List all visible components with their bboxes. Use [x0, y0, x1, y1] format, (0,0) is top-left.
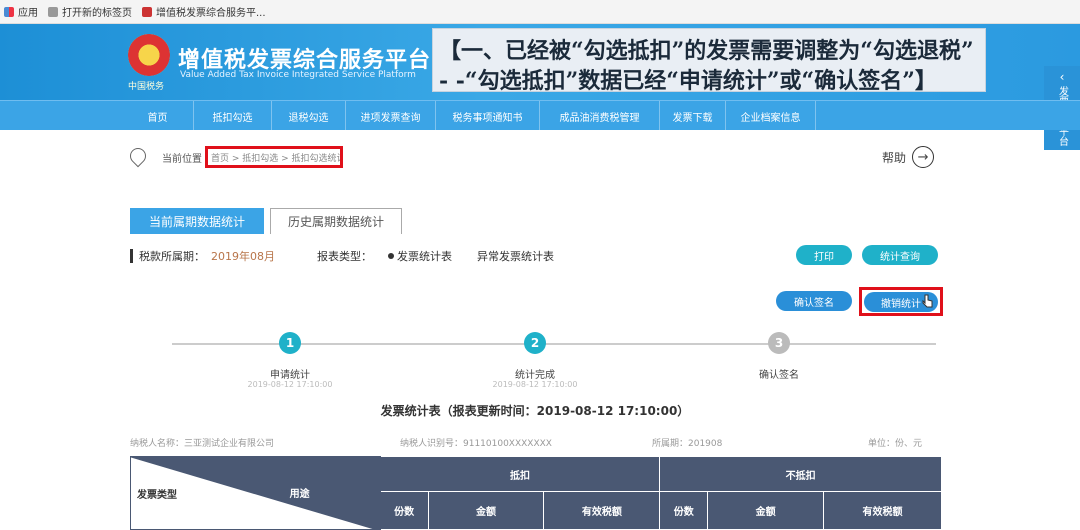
nav-tax-notice[interactable]: 税务事项通知书 — [436, 101, 540, 131]
step-1-time: 2019-08-12 17:10:00 — [247, 380, 333, 389]
report-type-radio-invoice[interactable]: 发票统计表 — [388, 248, 452, 264]
nav-deduct-select[interactable]: 抵扣勾选 — [194, 101, 272, 131]
nav-invoice-download[interactable]: 发票下载 — [660, 101, 726, 131]
step-2-time: 2019-08-12 17:10:00 — [492, 380, 578, 389]
report-type-label: 报表类型： — [317, 250, 372, 263]
diagonal-header-cell: 发票类型 用途 — [130, 456, 381, 530]
bookmark-label: 打开新的标签页 — [62, 8, 132, 19]
group-header-nondeduct: 不抵扣 — [659, 455, 942, 493]
confirm-sign-button[interactable]: 确认签名 — [776, 291, 852, 311]
stat-query-button[interactable]: 统计查询 — [862, 245, 938, 265]
bookmark-label: 应用 — [18, 8, 38, 19]
tax-emblem-icon — [128, 34, 170, 76]
chevron-left-icon: ‹ — [1059, 70, 1065, 84]
nav-invoice-query[interactable]: 进项发票查询 — [346, 101, 436, 131]
help-label: 帮助 — [882, 150, 907, 165]
location-pin-icon — [126, 144, 150, 168]
col-valid-tax: 有效税额 — [823, 491, 942, 530]
col-count: 份数 — [659, 491, 709, 530]
main-nav: 首页 抵扣勾选 退税勾选 进项发票查询 税务事项通知书 成品油消费税管理 发票下… — [0, 100, 1080, 131]
col-amount: 金额 — [707, 491, 825, 530]
taxpayer-name: 纳税人名称：三亚测试企业有限公司 — [130, 439, 275, 449]
radio-label: 异常发票统计表 — [477, 250, 554, 263]
bookmark-new-tab[interactable]: 打开新的标签页 — [48, 4, 132, 19]
progress-line-done — [172, 343, 536, 345]
col-count: 份数 — [379, 491, 429, 530]
print-button[interactable]: 打印 — [796, 245, 852, 265]
apps-grid-icon — [4, 6, 14, 17]
bookmark-vat-platform[interactable]: 增值税发票综合服务平... — [142, 4, 266, 19]
nav-home[interactable]: 首页 — [122, 101, 194, 131]
breadcrumb: 首页 > 抵扣勾选 > 抵扣勾选统计 — [205, 146, 343, 168]
group-header-deduct: 抵扣 — [379, 455, 661, 493]
step-3-circle: 3 — [768, 332, 790, 354]
col-valid-tax: 有效税额 — [543, 491, 661, 530]
invoice-stat-table: 发票类型 用途 抵扣 不抵扣 份数 金额 有效税额 份数 金额 有效税额 — [130, 455, 942, 530]
site-header: 中国税务 增值税发票综合服务平台 Value Added Tax Invoice… — [0, 24, 1080, 100]
nav-company-profile[interactable]: 企业档案信息 — [726, 101, 816, 131]
step-2-circle: 2 — [524, 332, 546, 354]
report-title: 发票统计表（报表更新时间：2019-08-12 17:10:00） — [380, 404, 690, 418]
report-type-radio-abnormal[interactable]: 异常发票统计表 — [468, 248, 554, 264]
arrow-right-icon: → — [912, 146, 935, 168]
nav-oil-tax[interactable]: 成品油消费税管理 — [540, 101, 660, 131]
bookmark-label: 增值税发票综合服务平... — [156, 8, 266, 19]
annotation-banner: 【一、已经被“勾选抵扣”的发票需要调整为“勾选退税” - -“勾选抵扣”数据已经… — [432, 28, 986, 94]
tab-history-period[interactable]: 历史属期数据统计 — [270, 208, 402, 234]
unit-info: 单位：份、元 — [868, 439, 923, 449]
section-marker — [130, 249, 133, 263]
location-label: 当前位置 — [162, 154, 202, 165]
page: 应用 打开新的标签页 增值税发票综合服务平... 中国税务 增值税发票综合服务平… — [0, 0, 1080, 530]
tax-seal-icon — [142, 6, 152, 17]
radio-unselected-icon — [468, 253, 474, 259]
step-1-circle: 1 — [279, 332, 301, 354]
filter-row: 税款所属期： 2019年08月 报表类型： 发票统计表 异常发票统计表 — [130, 248, 554, 264]
emblem-caption: 中国税务 — [128, 82, 165, 92]
bookmark-apps[interactable]: 应用 — [4, 4, 38, 19]
period-value: 2019年08月 — [211, 250, 275, 263]
tab-current-period[interactable]: 当前属期数据统计 — [130, 208, 264, 234]
page-icon — [48, 6, 58, 17]
nav-refund-select[interactable]: 退税勾选 — [272, 101, 346, 131]
taxpayer-id: 纳税人识别号：91110100XXXXXXX — [400, 439, 552, 449]
hand-cursor-icon — [922, 294, 933, 308]
progress-line-pending — [536, 343, 936, 345]
banner-line-1: 【一、已经被“勾选抵扣”的发票需要调整为“勾选退税” — [439, 38, 974, 64]
step-2-label: 统计完成 — [515, 370, 555, 381]
col-header-label: 用途 — [289, 489, 310, 500]
radio-selected-icon — [388, 253, 394, 259]
period-info: 所属期：201908 — [652, 439, 723, 449]
period-label: 税款所属期： — [139, 250, 205, 263]
row-header-label: 发票类型 — [137, 490, 177, 501]
step-1-label: 申请统计 — [270, 370, 310, 381]
banner-line-2: - -“勾选抵扣”数据已经“申请统计”或“确认签名”】 — [439, 68, 937, 94]
bookmark-bar: 应用 打开新的标签页 增值税发票综合服务平... — [0, 0, 1080, 24]
col-amount: 金额 — [427, 491, 545, 530]
step-3-label: 确认签名 — [759, 370, 799, 381]
site-subtitle: Value Added Tax Invoice Integrated Servi… — [180, 70, 416, 80]
help-link[interactable]: 帮助 → — [882, 146, 935, 168]
radio-label: 发票统计表 — [397, 250, 452, 263]
